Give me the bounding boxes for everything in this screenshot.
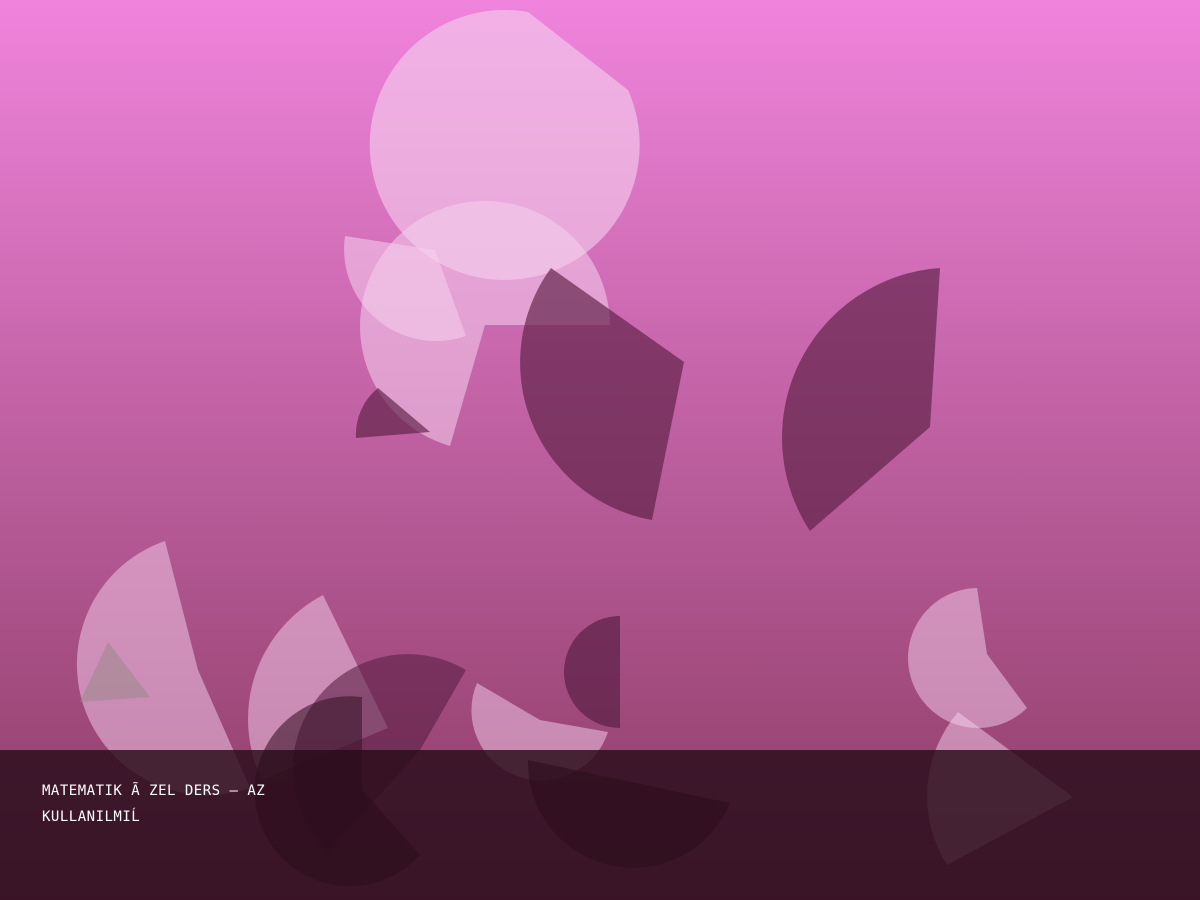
caption: MATEMATIK Ã ZEL DERS – AZ KULLANILMIĹ <box>42 778 442 830</box>
caption-line-2: KULLANILMIĹ <box>42 809 141 825</box>
caption-line-1: MATEMATIK Ã ZEL DERS – AZ <box>42 783 266 799</box>
